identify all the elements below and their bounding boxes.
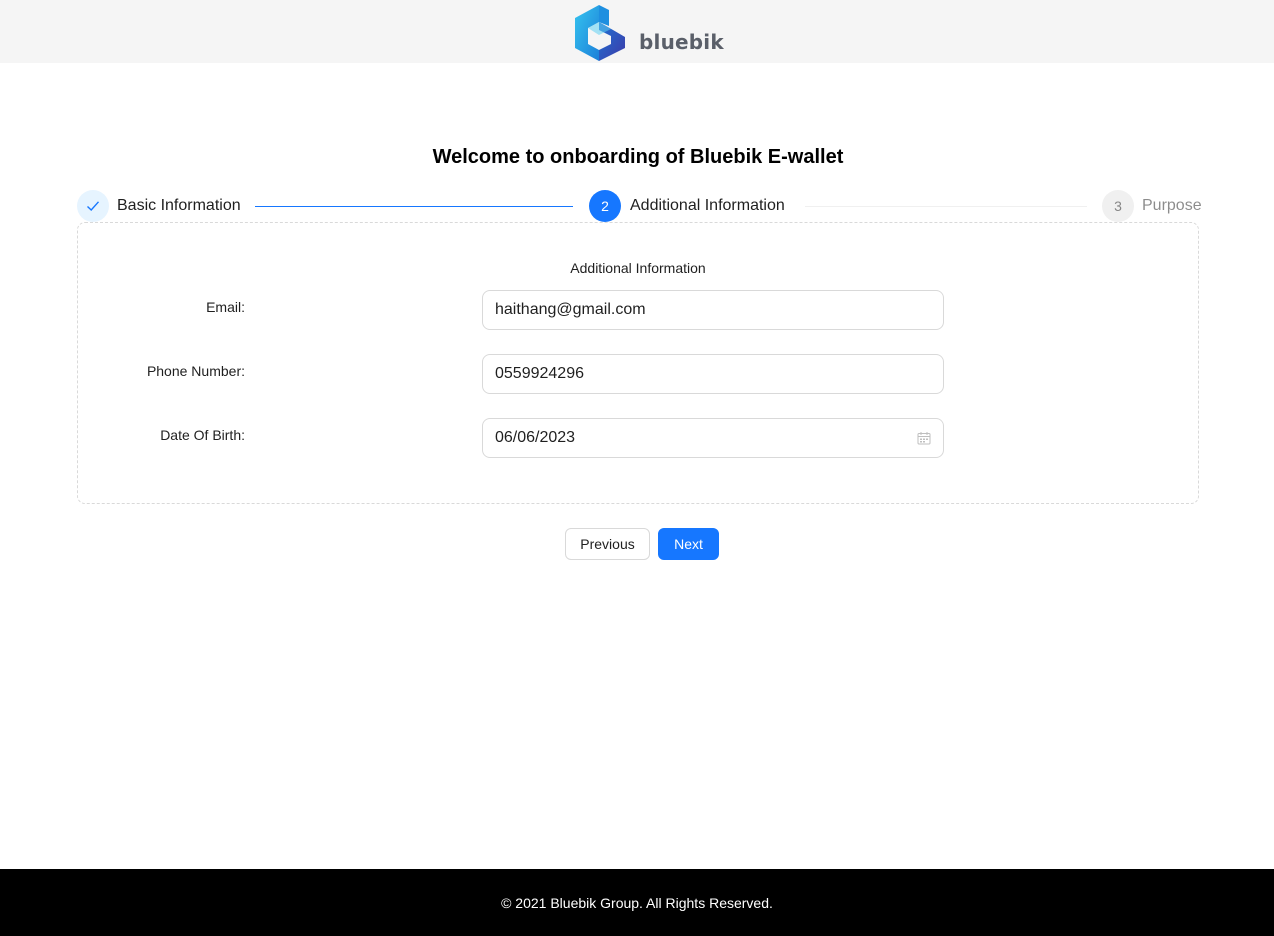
step-2-indicator[interactable]: 2 [589, 190, 621, 222]
step-3-label[interactable]: Purpose [1142, 197, 1202, 215]
phone-number-value: 0559924296 [495, 365, 584, 382]
phone-number-field[interactable]: 0559924296 [482, 354, 944, 394]
email-field[interactable]: haithang@gmail.com [482, 290, 944, 330]
step-1-connector [255, 206, 573, 207]
page-title: Welcome to onboarding of Bluebik E-walle… [432, 146, 844, 168]
step-3-indicator[interactable]: 3 [1102, 190, 1134, 222]
check-icon [87, 201, 100, 212]
form-section-title: Additional Information [570, 260, 706, 276]
step-2-label[interactable]: Additional Information [630, 197, 785, 215]
copyright-text: © 2021 Bluebik Group. All Rights Reserve… [501, 894, 773, 911]
date-of-birth-label: Date Of Birth: [160, 427, 245, 443]
page-footer: © 2021 Bluebik Group. All Rights Reserve… [0, 869, 1274, 936]
form-card: Additional Information Email: haithang@g… [77, 222, 1199, 504]
date-of-birth-picker[interactable]: 06/06/2023 [482, 418, 944, 458]
step-1-label[interactable]: Basic Information [117, 197, 241, 215]
next-button[interactable]: Next [658, 528, 719, 560]
email-value: haithang@gmail.com [495, 301, 646, 318]
calendar-icon[interactable] [917, 431, 931, 445]
date-of-birth-value: 06/06/2023 [495, 429, 576, 446]
brand-name: bluebik [639, 30, 724, 54]
step-1-indicator[interactable] [77, 190, 109, 222]
top-header: bluebik [0, 0, 1274, 63]
previous-button[interactable]: Previous [565, 528, 650, 560]
step-2-connector [805, 206, 1087, 207]
onboarding-steps: Basic Information 2 Additional Informati… [77, 190, 1202, 223]
phone-number-label: Phone Number: [146, 363, 245, 379]
email-label: Email: [206, 299, 245, 315]
brand-logo[interactable]: bluebik [573, 3, 724, 63]
bluebik-logo-icon [575, 5, 625, 61]
